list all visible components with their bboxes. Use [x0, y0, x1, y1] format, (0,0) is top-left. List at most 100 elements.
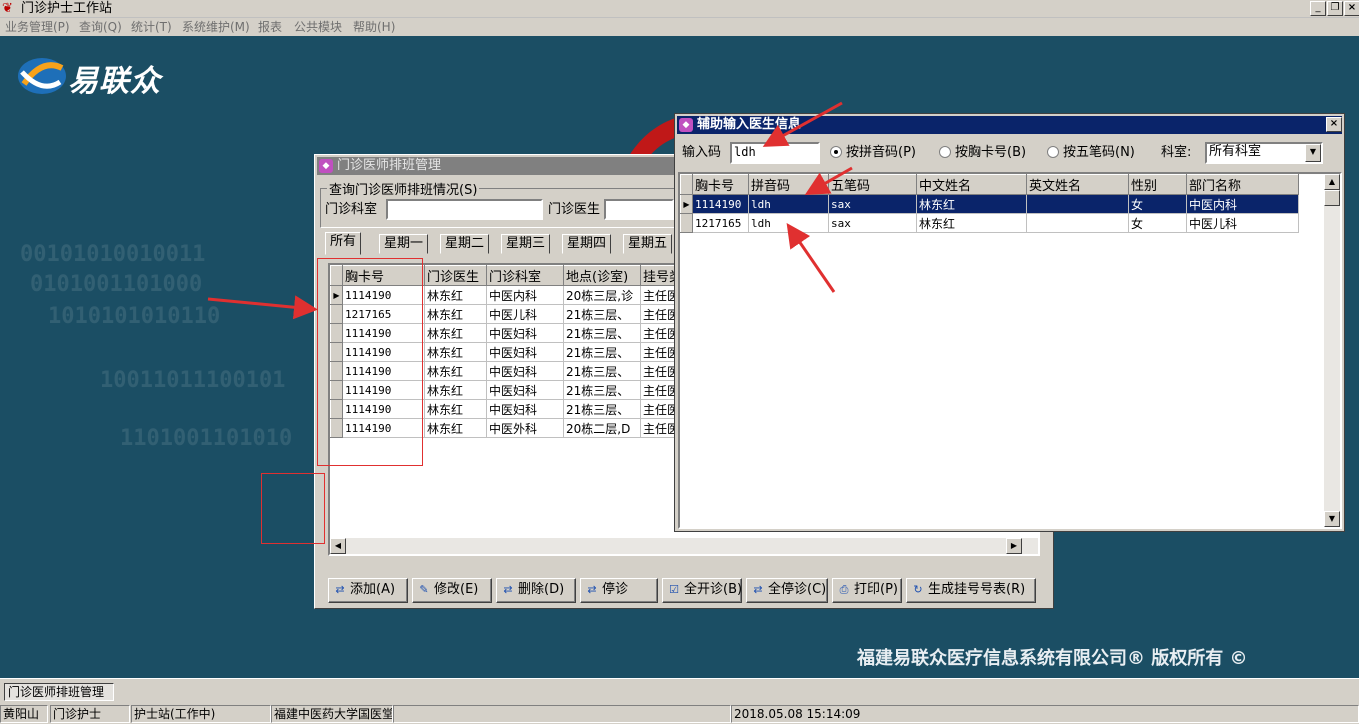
col-header[interactable]: 门诊医生 — [424, 265, 487, 286]
radio-badge[interactable]: 按胸卡号(B) — [939, 144, 1026, 162]
table-cell[interactable]: 21栋三层、 — [563, 380, 641, 400]
input-code-field[interactable]: ldh — [730, 142, 820, 164]
minimize-button[interactable]: _ — [1310, 1, 1326, 16]
tab-wednesday[interactable]: 星期三 — [501, 234, 551, 254]
tab-monday[interactable]: 星期一 — [379, 234, 429, 254]
table-cell[interactable]: 林东红 — [916, 213, 1027, 233]
table-cell[interactable] — [1026, 213, 1129, 233]
radio-wubi[interactable]: 按五笔码(N) — [1047, 144, 1135, 162]
scroll-left-button[interactable]: ◀ — [330, 538, 346, 554]
col-header[interactable]: 五笔码 — [828, 174, 917, 195]
col-header[interactable]: 门诊科室 — [486, 265, 564, 286]
radio-pinyin-dot[interactable] — [830, 146, 842, 158]
col-header[interactable]: 胸卡号 — [692, 174, 749, 195]
table-cell[interactable]: 中医妇科 — [486, 361, 564, 381]
table-cell[interactable]: 林东红 — [916, 194, 1027, 214]
table-cell[interactable]: 1114190 — [692, 194, 749, 214]
restore-button[interactable]: ❐ — [1327, 1, 1343, 16]
table-cell[interactable]: 21栋三层、 — [563, 304, 641, 324]
table-cell[interactable]: 1217165 — [692, 213, 749, 233]
toolbar-button-5[interactable]: ⇄ 全停诊(C) — [746, 578, 828, 603]
tab-tuesday[interactable]: 星期二 — [440, 234, 490, 254]
table-cell[interactable]: 中医儿科 — [486, 304, 564, 324]
table-cell[interactable]: 中医儿科 — [1186, 213, 1299, 233]
table-cell[interactable]: 21栋三层、 — [563, 399, 641, 419]
window-icon: ◆ — [679, 118, 693, 132]
table-cell[interactable]: 林东红 — [424, 399, 487, 419]
table-cell[interactable]: sax — [828, 213, 917, 233]
menu-statistics[interactable]: 统计(T) — [131, 19, 172, 35]
stop-icon: ⇄ — [587, 583, 597, 596]
table-cell[interactable]: 林东红 — [424, 380, 487, 400]
assist-window-titlebar[interactable]: ◆ 辅助输入医生信息 × — [677, 116, 1342, 134]
scroll-down-button[interactable]: ▼ — [1324, 511, 1340, 527]
menu-system[interactable]: 系统维护(M) — [182, 19, 250, 35]
menu-public[interactable]: 公共模块 — [294, 19, 342, 35]
toolbar-button-2[interactable]: ⇄ 删除(D) — [496, 578, 576, 603]
table-row[interactable]: ▶ 1114190 ldh sax 林东红 女中医内科 — [680, 194, 1299, 214]
radio-pinyin[interactable]: 按拼音码(P) — [830, 144, 916, 162]
col-header[interactable]: 性别 — [1128, 174, 1187, 195]
table-cell[interactable]: ldh — [748, 213, 829, 233]
col-header[interactable]: 拼音码 — [748, 174, 829, 195]
taskbar-item[interactable]: 门诊医师排班管理 — [4, 683, 114, 701]
app-title: 门诊护士工作站 — [21, 1, 113, 16]
tab-friday[interactable]: 星期五 — [623, 234, 673, 254]
toolbar-button-0[interactable]: ⇄ 添加(A) — [328, 578, 408, 603]
table-cell[interactable]: 女 — [1128, 194, 1187, 214]
table-cell[interactable]: 中医内科 — [486, 285, 564, 305]
table-cell[interactable]: 林东红 — [424, 323, 487, 343]
col-header[interactable]: 英文姓名 — [1026, 174, 1129, 195]
assist-dept-select[interactable]: 所有科室 ▼ — [1205, 142, 1323, 164]
horizontal-scrollbar[interactable]: ◀ ▶ — [330, 538, 1038, 554]
tab-all[interactable]: 所有 — [325, 232, 362, 255]
dept-input[interactable] — [386, 199, 543, 220]
assist-close-button[interactable]: × — [1326, 117, 1342, 132]
table-cell[interactable]: 20栋二层,D — [563, 418, 641, 438]
table-cell[interactable]: 中医妇科 — [486, 323, 564, 343]
close-button[interactable]: × — [1344, 1, 1359, 16]
radio-badge-dot[interactable] — [939, 146, 951, 158]
scroll-thumb[interactable] — [1324, 190, 1340, 206]
table-cell[interactable]: 21栋三层、 — [563, 361, 641, 381]
scroll-right-button[interactable]: ▶ — [1006, 538, 1022, 554]
table-cell[interactable]: 中医妇科 — [486, 342, 564, 362]
doctor-input[interactable] — [604, 199, 674, 220]
table-cell[interactable]: 中医外科 — [486, 418, 564, 438]
menu-business[interactable]: 业务管理(P) — [5, 19, 70, 35]
table-cell[interactable]: 林东红 — [424, 285, 487, 305]
tab-thursday[interactable]: 星期四 — [562, 234, 612, 254]
vertical-scrollbar[interactable]: ▲ ▼ — [1324, 174, 1340, 527]
table-cell[interactable]: 中医妇科 — [486, 399, 564, 419]
dropdown-arrow-icon[interactable]: ▼ — [1305, 144, 1321, 162]
menu-query[interactable]: 查询(Q) — [79, 19, 122, 35]
toolbar-button-6[interactable]: ⎙ 打印(P) — [832, 578, 902, 603]
col-header[interactable]: 中文姓名 — [916, 174, 1027, 195]
col-header[interactable]: 地点(诊室) — [563, 265, 641, 286]
toolbar-button-7[interactable]: ↻ 生成挂号号表(R) — [906, 578, 1036, 603]
col-header[interactable]: 部门名称 — [1186, 174, 1299, 195]
table-cell[interactable]: 林东红 — [424, 304, 487, 324]
toolbar-button-1[interactable]: ✎ 修改(E) — [412, 578, 492, 603]
table-cell[interactable]: 中医妇科 — [486, 380, 564, 400]
table-cell[interactable]: 女 — [1128, 213, 1187, 233]
table-cell[interactable]: sax — [828, 194, 917, 214]
toolbar-button-3[interactable]: ⇄ 停诊 — [580, 578, 658, 603]
table-cell[interactable]: 21栋三层、 — [563, 342, 641, 362]
table-cell[interactable]: ldh — [748, 194, 829, 214]
status-hospital: 福建中医药大学国医堂 — [271, 705, 393, 723]
table-cell[interactable]: 林东红 — [424, 361, 487, 381]
table-cell[interactable] — [1026, 194, 1129, 214]
table-cell[interactable]: 林东红 — [424, 418, 487, 438]
menu-report[interactable]: 报表 — [258, 19, 282, 35]
scroll-up-button[interactable]: ▲ — [1324, 174, 1340, 190]
table-cell[interactable]: 21栋三层、 — [563, 323, 641, 343]
menu-help[interactable]: 帮助(H) — [353, 19, 395, 35]
table-row[interactable]: 1217165 ldh sax 林东红 女中医儿科 — [680, 213, 1299, 233]
table-cell[interactable]: 林东红 — [424, 342, 487, 362]
toolbar-button-4[interactable]: ☑ 全开诊(B) — [662, 578, 742, 603]
radio-wubi-dot[interactable] — [1047, 146, 1059, 158]
table-cell[interactable]: 20栋三层,诊 — [563, 285, 641, 305]
table-cell[interactable]: 中医内科 — [1186, 194, 1299, 214]
doctor-list-table[interactable]: 胸卡号 拼音码 五笔码 中文姓名 英文姓名 性别 部门名称 ▶ 1114190 ld… — [678, 172, 1342, 529]
